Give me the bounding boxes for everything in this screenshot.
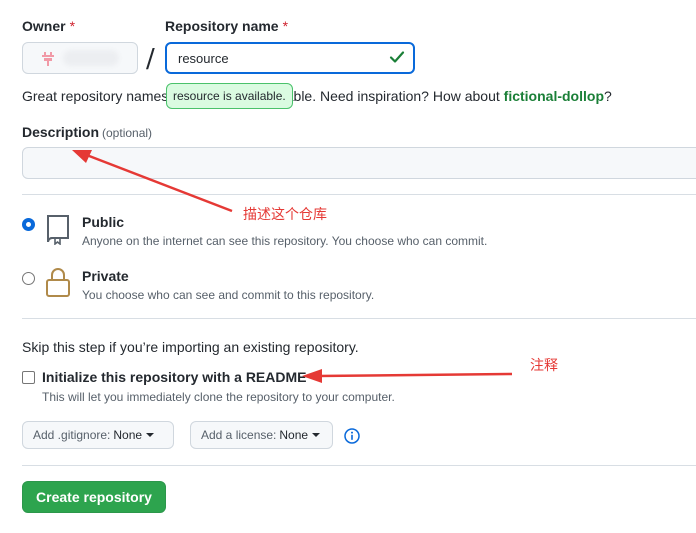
public-description: Anyone on the internet can see this repo… bbox=[82, 234, 488, 248]
repo-icon bbox=[47, 215, 69, 245]
gitignore-dropdown[interactable]: Add .gitignore: None bbox=[22, 421, 174, 449]
annotation-arrow-readme bbox=[317, 372, 513, 378]
create-repository-button[interactable]: Create repository bbox=[22, 481, 166, 513]
repo-name-label: Repository name * bbox=[165, 18, 289, 34]
readme-checkbox[interactable] bbox=[22, 371, 35, 384]
owner-avatar-icon bbox=[42, 52, 54, 66]
divider bbox=[22, 318, 696, 319]
annotation-description-text: 描述这个仓库 bbox=[243, 207, 327, 223]
readme-label[interactable]: Initialize this repository with a README bbox=[42, 369, 306, 385]
name-suggestion-hint: Great repository names orable. Need inspi… bbox=[22, 88, 612, 104]
public-radio[interactable] bbox=[22, 218, 35, 231]
private-title: Private bbox=[82, 268, 129, 284]
owner-label: Owner * bbox=[22, 18, 76, 34]
availability-tooltip: resource is available. bbox=[166, 83, 293, 109]
separator: / bbox=[146, 44, 155, 74]
info-icon[interactable] bbox=[344, 428, 360, 444]
annotation-readme-text: 注释 bbox=[530, 358, 558, 374]
caret-down-icon bbox=[146, 433, 155, 437]
check-icon bbox=[389, 51, 405, 63]
private-radio[interactable] bbox=[22, 272, 35, 285]
license-dropdown[interactable]: Add a license: None bbox=[190, 421, 333, 449]
repo-name-input[interactable] bbox=[165, 42, 415, 74]
public-title: Public bbox=[82, 214, 125, 230]
description-input[interactable] bbox=[22, 147, 696, 179]
owner-name-redacted bbox=[63, 50, 119, 66]
private-description: You choose who can see and commit to thi… bbox=[82, 288, 375, 302]
annotation-arrows bbox=[72, 150, 513, 383]
lock-icon bbox=[46, 268, 70, 297]
caret-down-icon bbox=[312, 433, 321, 437]
readme-description: This will let you immediately clone the … bbox=[42, 390, 395, 404]
skip-step-text: Skip this step if you’re importing an ex… bbox=[22, 339, 359, 355]
divider bbox=[22, 194, 696, 195]
divider bbox=[22, 465, 696, 466]
description-label: Description (optional) bbox=[22, 124, 153, 140]
suggestion-link[interactable]: fictional-dollop bbox=[504, 88, 604, 104]
owner-select[interactable] bbox=[22, 42, 138, 74]
